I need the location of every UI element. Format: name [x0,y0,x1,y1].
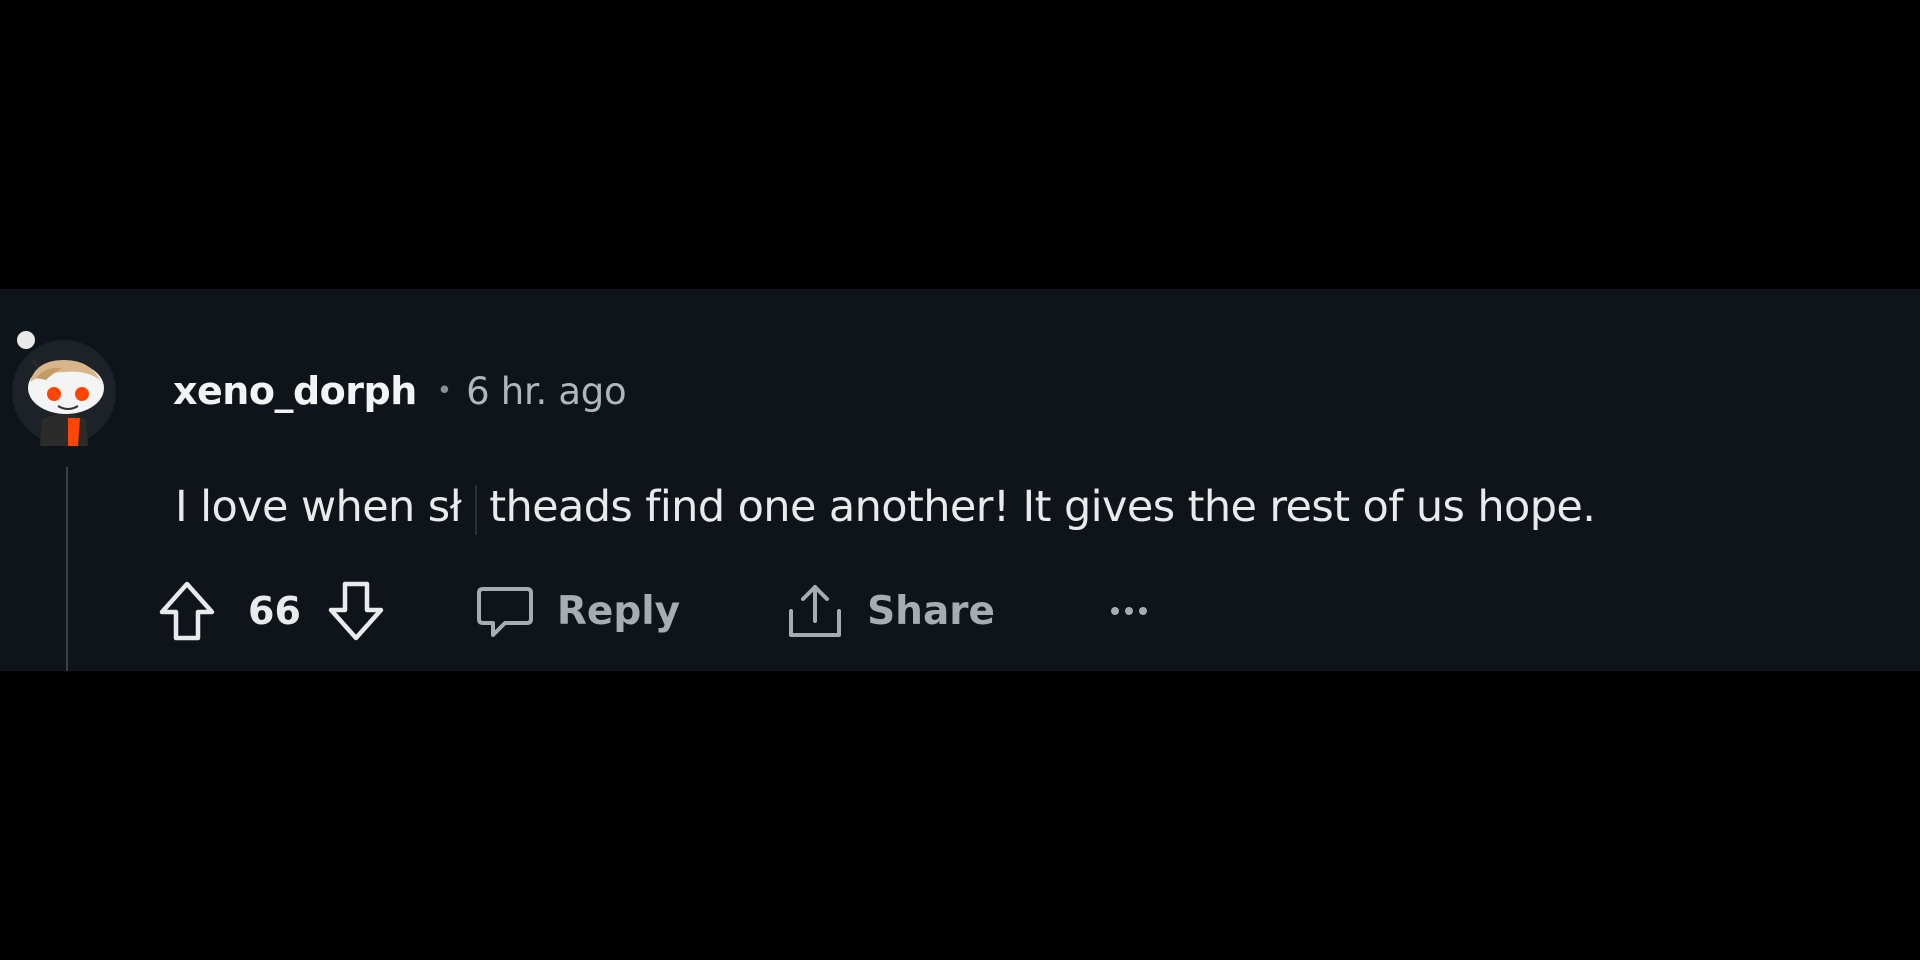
share-label: Share [867,588,995,634]
comment-bubble-icon [476,587,533,637]
thread-line[interactable] [66,467,68,671]
ellipsis-icon [1110,607,1147,615]
comment-text-end: theads find one another! It gives the re… [489,482,1596,532]
comment-text-start: I love when sł [175,482,462,532]
downvote-button[interactable] [327,580,385,642]
vote-score: 66 [248,589,301,633]
arrow-down-outline-icon [328,581,384,641]
avatar[interactable] [6,330,122,446]
timestamp[interactable]: 6 hr. ago [466,370,626,413]
reply-button[interactable]: Reply [475,581,680,641]
screen: xeno_dorph • 6 hr. ago I love when sł the… [0,0,1920,960]
comment-meta: xeno_dorph • 6 hr. ago [173,364,627,418]
comment-action-bar: 66 Reply Share [158,578,1173,644]
more-options-button[interactable] [1107,601,1173,621]
comment-body: I love when sł theads find one another! I… [175,482,1596,535]
reply-label: Reply [556,588,681,634]
share-button[interactable]: Share [785,581,995,641]
arrow-up-outline-icon [159,581,215,641]
meta-separator: • [436,376,453,406]
snoo-avatar-icon [12,331,116,446]
text-cursor [475,484,478,535]
upvote-button[interactable] [158,580,216,642]
share-upload-icon [789,585,842,637]
username[interactable]: xeno_dorph [173,369,417,413]
